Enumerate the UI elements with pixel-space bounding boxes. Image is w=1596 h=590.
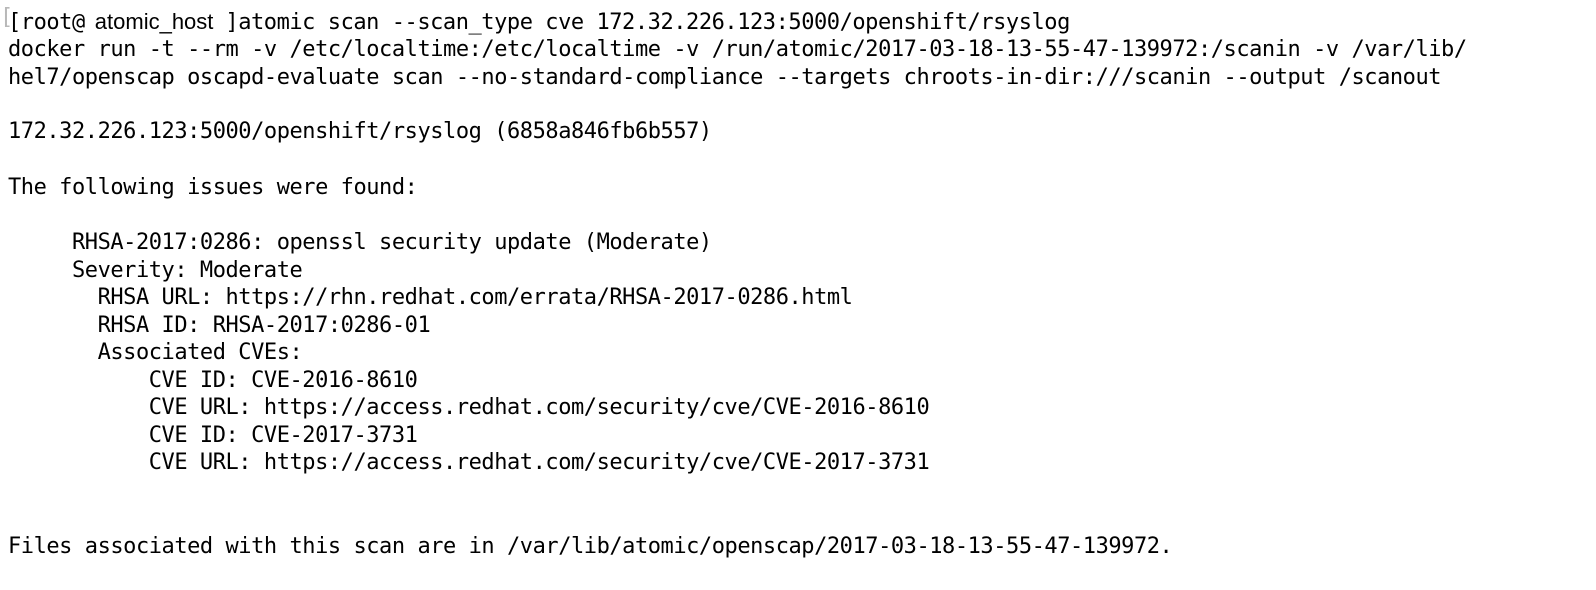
prompt-hostname: atomic_host [94, 9, 214, 34]
output-line-openscap: hel7/openscap oscapd-evaluate scan --no-… [8, 65, 1442, 90]
output-line-rhsa-url: RHSA URL: https://rhn.redhat.com/errata/… [8, 285, 853, 310]
command-text: atomic scan --scan_type cve 172.32.226.1… [238, 10, 1070, 35]
prompt-close: ] [225, 10, 239, 35]
output-line-docker-run: docker run -t --rm -v /etc/localtime:/et… [8, 37, 1467, 62]
output-line-cve-id-1: CVE ID: CVE-2016-8610 [8, 368, 418, 393]
output-line-issues-heading: The following issues were found: [8, 175, 418, 200]
output-line-files-location: Files associated with this scan are in /… [8, 534, 1173, 559]
output-line-associated-cves: Associated CVEs: [8, 340, 303, 365]
output-line-image: 172.32.226.123:5000/openshift/rsyslog (6… [8, 119, 712, 144]
output-line-cve-id-2: CVE ID: CVE-2017-3731 [8, 423, 418, 448]
output-line-severity: Severity: Moderate [8, 258, 303, 283]
prompt-user: [root@ [8, 10, 85, 35]
output-line-rhsa-id: RHSA ID: RHSA-2017:0286-01 [8, 313, 431, 338]
output-line-cve-url-1: CVE URL: https://access.redhat.com/secur… [8, 395, 930, 420]
prompt-line: [root@ atomic_host]atomic scan --scan_typ… [8, 8, 1070, 36]
output-line-cve-url-2: CVE URL: https://access.redhat.com/secur… [8, 450, 930, 475]
output-line-rhsa-title: RHSA-2017:0286: openssl security update … [8, 230, 712, 255]
terminal-window[interactable]: [ [root@ atomic_host]atomic scan --scan_t… [0, 0, 1596, 590]
